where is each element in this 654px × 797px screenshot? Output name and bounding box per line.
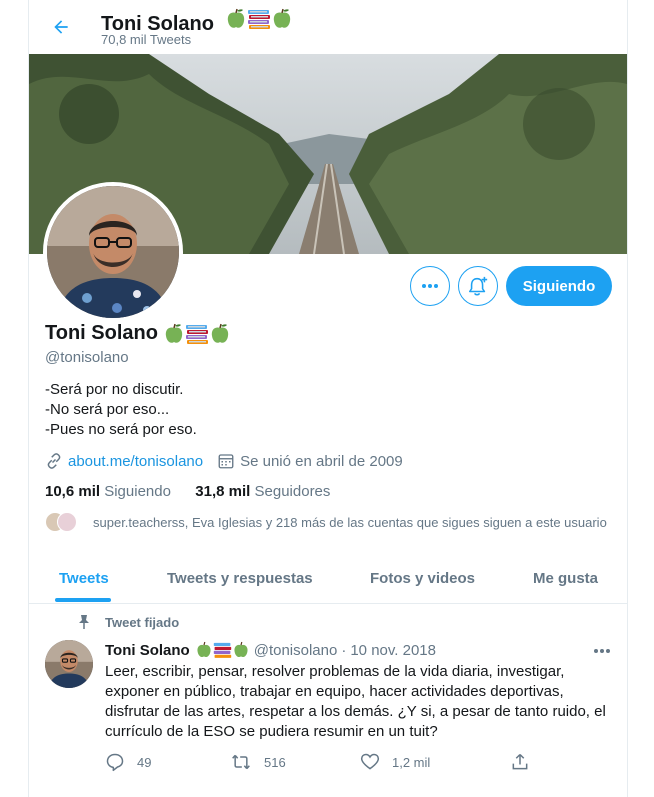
tweet-date[interactable]: 10 nov. 2018 [350, 642, 436, 659]
profile-handle: @tonisolano [45, 349, 129, 366]
green-apple-icon [227, 8, 244, 28]
tweet-count: 70,8 mil Tweets [101, 32, 192, 47]
green-apple-icon [211, 323, 229, 343]
join-date: Se unió en abril de 2009 [240, 452, 403, 470]
books-icon [247, 10, 270, 29]
website-link[interactable]: about.me/tonisolano [68, 453, 203, 470]
active-tab-indicator [55, 598, 111, 602]
green-apple-icon [165, 323, 183, 343]
tab-tweets-and-replies[interactable]: Tweets y respuestas [167, 552, 313, 604]
tweet-header: Toni Solano @tonisolano · 10 nov. 2018 [105, 641, 436, 659]
retweet-button[interactable]: 516 [230, 752, 286, 772]
header-name-emojis [226, 8, 293, 30]
books-icon [213, 642, 231, 658]
green-apple-icon [273, 8, 290, 28]
mini-avatars [45, 512, 77, 532]
link-icon [47, 453, 61, 469]
notifications-button[interactable] [458, 266, 498, 306]
reply-button[interactable]: 49 [105, 752, 151, 772]
arrow-left-icon [54, 20, 68, 34]
more-options-button[interactable] [410, 266, 450, 306]
top-bar: Toni Solano 70,8 mil Tweets [29, 0, 627, 54]
tweet-more-button[interactable] [587, 642, 617, 660]
following-button[interactable]: Siguiendo [506, 266, 612, 306]
tweet-separator: · [341, 641, 347, 659]
tab-tweets[interactable]: Tweets [59, 552, 109, 604]
retweet-count: 516 [264, 754, 286, 770]
more-dots-icon [594, 649, 610, 653]
bell-plus-icon [468, 276, 488, 296]
share-button[interactable] [510, 752, 542, 772]
profile-column: Toni Solano 70,8 mil Tweets Siguiendo To… [28, 0, 628, 797]
like-button[interactable]: 1,2 mil [360, 752, 430, 772]
avatar-image [45, 640, 93, 688]
tweet-author-name[interactable]: Toni Solano [105, 642, 190, 659]
profile-tabs: Tweets Tweets y respuestas Fotos y video… [29, 552, 627, 604]
books-icon [185, 324, 208, 344]
heart-icon [360, 753, 380, 770]
bio-line: -No será por eso... [45, 401, 170, 418]
mini-avatar [57, 512, 77, 532]
followers-you-know-text: super.teacherss, Eva Iglesias y 218 más … [93, 514, 607, 530]
follow-stats: 10,6 mil Siguiendo 31,8 mil Seguidores [45, 483, 330, 500]
profile-name: Toni Solano [45, 322, 231, 345]
followers-count: 31,8 mil [195, 483, 251, 500]
tab-likes[interactable]: Me gusta [533, 552, 598, 604]
more-dots-icon [422, 284, 438, 288]
tweet-actions: 49 516 1,2 mil [105, 752, 545, 776]
following-label: Siguiendo [104, 483, 171, 500]
profile-name-text: Toni Solano [45, 322, 158, 344]
following-stat[interactable]: 10,6 mil Siguiendo [45, 483, 175, 500]
profile-bio: -Será por no discutir. -No será por eso.… [45, 380, 197, 440]
followers-label: Seguidores [254, 483, 331, 500]
reply-icon [106, 753, 124, 772]
tweet-author-emojis [196, 641, 250, 659]
retweet-icon [232, 754, 250, 770]
green-apple-icon [234, 641, 248, 657]
pinned-text: Tweet fijado [105, 614, 180, 630]
followers-you-know[interactable]: super.teacherss, Eva Iglesias y 218 más … [45, 512, 607, 532]
like-count: 1,2 mil [392, 754, 431, 770]
calendar-icon [218, 454, 234, 469]
pinned-label: Tweet fijado [77, 614, 179, 630]
tweet-avatar[interactable] [45, 640, 93, 688]
tweet-author-handle[interactable]: @tonisolano [254, 642, 338, 659]
bio-line: -Será por no discutir. [45, 381, 184, 398]
pin-icon [79, 615, 89, 629]
reply-count: 49 [137, 754, 152, 770]
profile-name-emojis [164, 323, 231, 345]
share-icon [512, 753, 528, 770]
green-apple-icon [197, 641, 211, 657]
profile-avatar[interactable] [43, 182, 183, 322]
avatar-image [47, 186, 179, 318]
tab-photos-and-videos[interactable]: Fotos y videos [370, 552, 475, 604]
back-button[interactable] [46, 12, 76, 42]
followers-stat[interactable]: 31,8 mil Seguidores [195, 483, 330, 500]
tweet-text: Leer, escribir, pensar, resolver problem… [105, 663, 606, 740]
profile-meta: about.me/tonisolano Se unió en abril de … [45, 452, 403, 470]
bio-line: -Pues no será por eso. [45, 421, 197, 438]
following-count: 10,6 mil [45, 483, 101, 500]
